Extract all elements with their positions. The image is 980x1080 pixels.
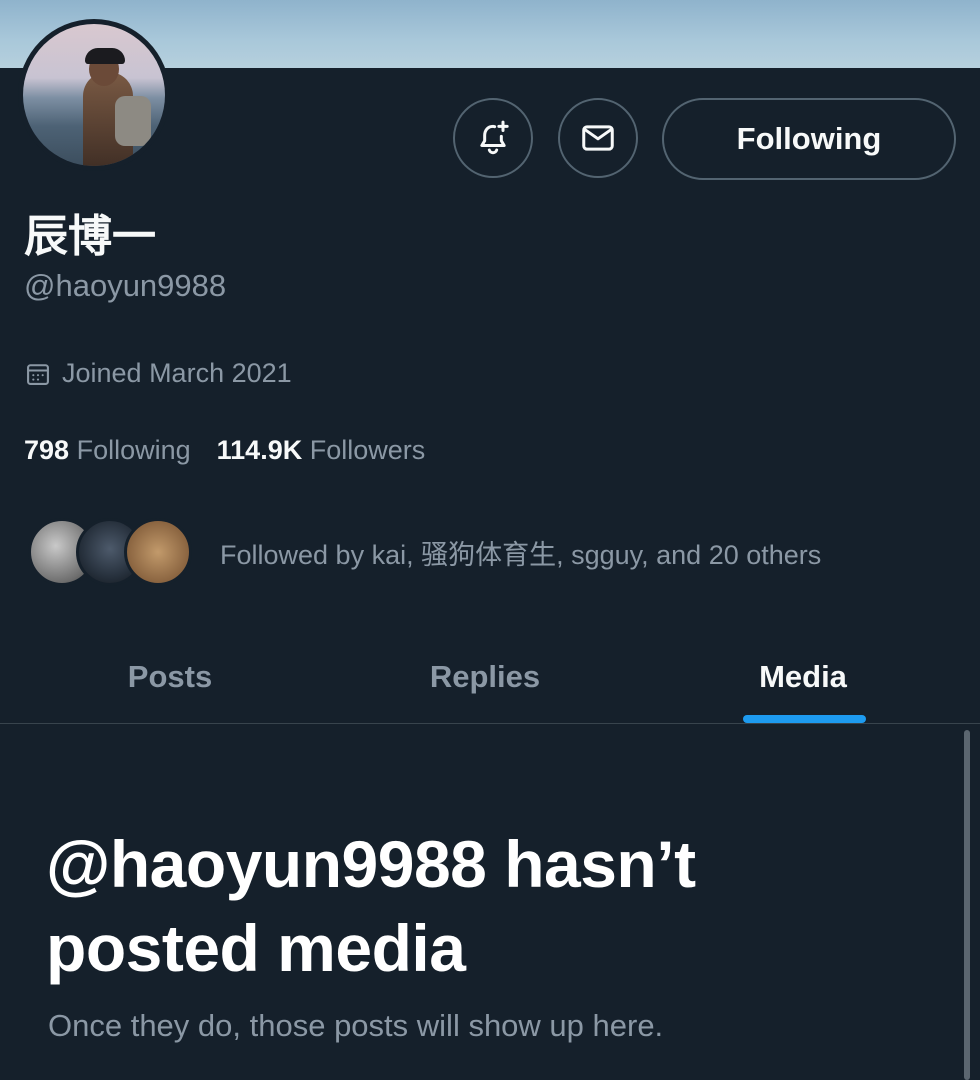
joined-text: Joined March 2021 [62,358,292,388]
calendar-icon [27,363,49,385]
follow-stats: 798 Following 114.9K Followers [24,435,451,466]
tab-replies[interactable]: Replies [395,630,575,723]
following-stat[interactable]: 798 Following [24,435,191,466]
active-tab-indicator [743,715,866,723]
following-label: Following [76,435,191,465]
following-button[interactable]: Following [662,98,956,180]
following-count: 798 [24,435,70,465]
empty-state-subtitle: Once they do, those posts will show up h… [48,1008,664,1043]
envelope-icon [582,125,614,151]
profile-avatar[interactable] [18,19,170,171]
tab-posts[interactable]: Posts [80,630,260,723]
empty-state-title: @haoyun9988 hasn’t posted media [46,827,696,985]
followers-stat[interactable]: 114.9K Followers [217,435,426,466]
avatar-photo [23,24,165,166]
followed-by-text: Followed by kai, 骚狗体育生, sgguy, and 20 ot… [220,539,822,570]
tab-media[interactable]: Media [713,630,893,723]
followers-label: Followers [309,435,426,465]
notify-button[interactable] [453,98,533,178]
profile-handle: @haoyun9988 [24,268,227,303]
follower-avatar [124,518,192,586]
followers-count: 114.9K [216,435,303,465]
bell-plus-icon [480,120,509,155]
joined-date: Joined March 2021 [24,358,292,389]
display-name: 辰博一 [24,212,156,261]
followed-by[interactable]: Followed by kai, 骚狗体育生, sgguy, and 20 ot… [28,518,821,586]
profile-tabs: Posts Replies Media [0,630,980,724]
message-button[interactable] [558,98,638,178]
scrollbar[interactable] [964,730,970,1080]
